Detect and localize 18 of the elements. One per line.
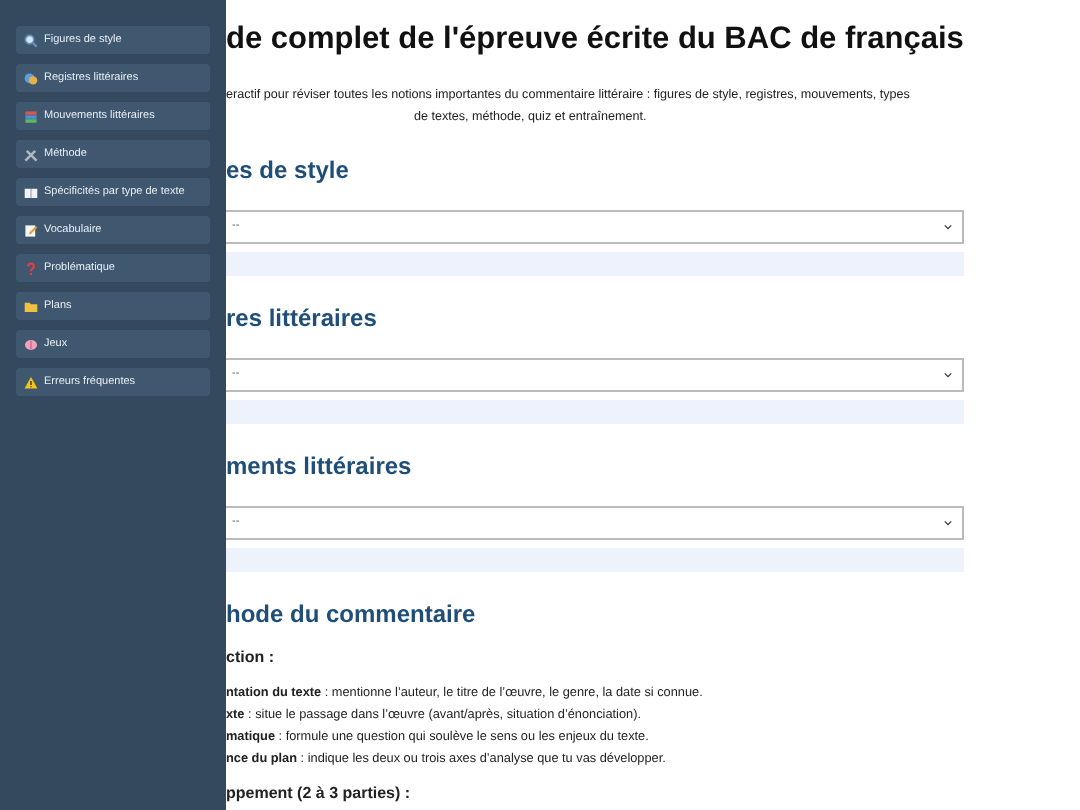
step-title: ppement (2 à 3 parties) : <box>226 784 413 804</box>
notepad-icon <box>24 223 38 237</box>
masks-icon <box>24 71 38 85</box>
section-heading: es de style <box>226 156 351 184</box>
question-mark-icon <box>24 261 38 275</box>
chevron-down-icon <box>944 372 952 378</box>
books-icon <box>24 109 38 123</box>
open-book-icon <box>24 185 38 199</box>
folder-icon <box>24 299 38 313</box>
magnifier-icon <box>24 33 38 47</box>
warning-icon <box>24 375 38 389</box>
section-heading: res littéraires <box>226 304 379 332</box>
section-heading: ments littéraires <box>226 452 414 480</box>
section-heading: hode du commentaire <box>226 600 478 628</box>
step-title: ction : <box>226 648 276 668</box>
chevron-down-icon <box>944 224 952 230</box>
chevron-down-icon <box>944 520 952 526</box>
page-title: de complet de l'épreuve écrite du BAC de français <box>226 22 964 58</box>
